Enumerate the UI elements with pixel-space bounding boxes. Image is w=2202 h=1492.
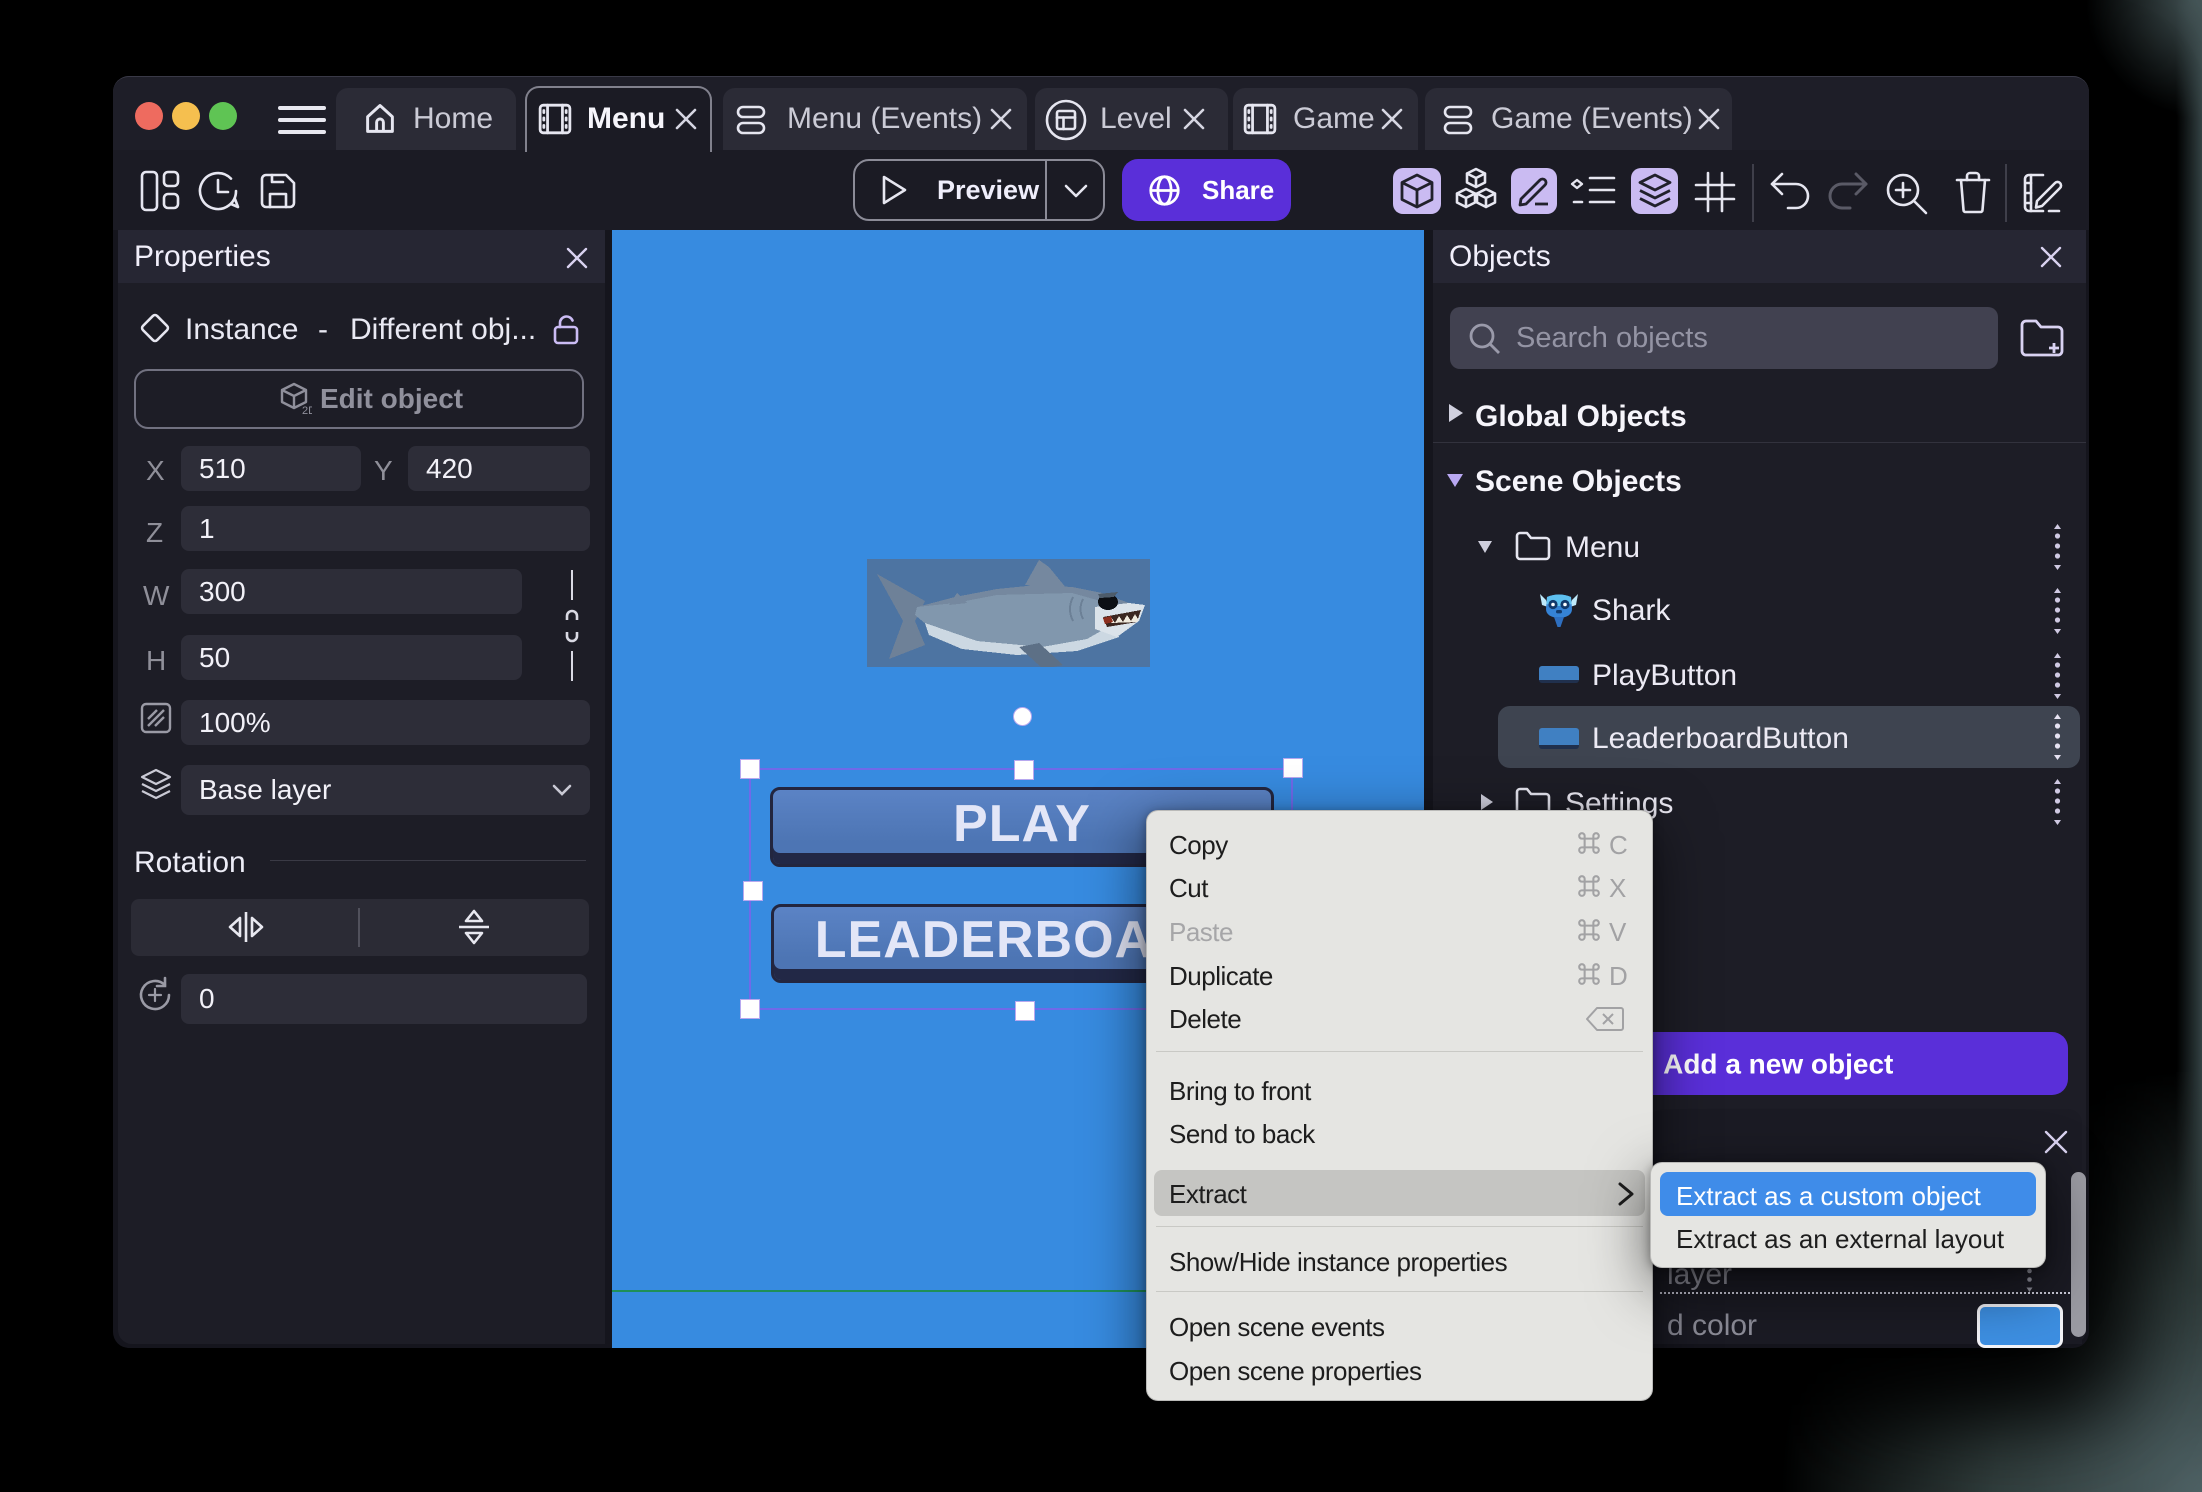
svg-text:2D: 2D <box>302 405 312 416</box>
